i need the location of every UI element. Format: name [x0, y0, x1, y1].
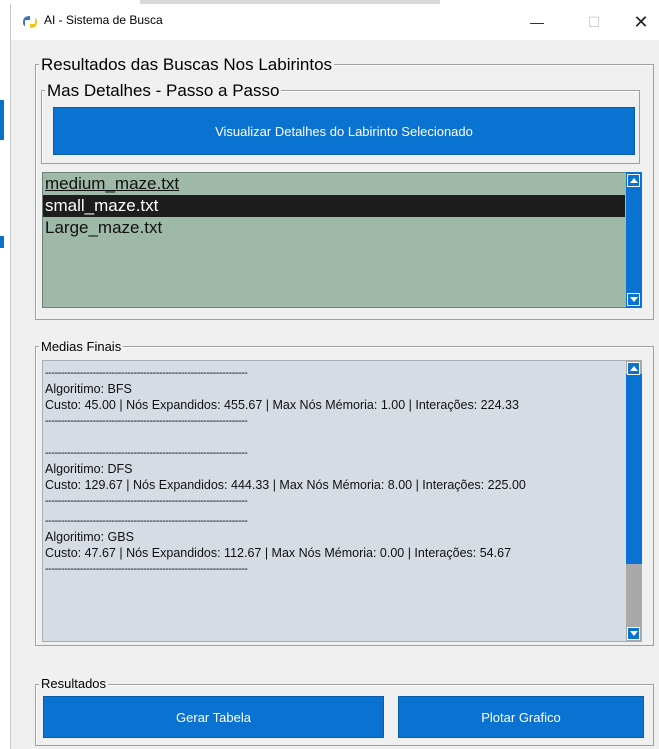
separator-line: ----------------------------------------…	[45, 495, 248, 507]
algorithm-label: Algoritimo: GBS	[45, 530, 134, 544]
background-window-fragment	[0, 236, 4, 248]
separator-line: ----------------------------------------…	[45, 367, 248, 379]
algorithm-label: Algoritimo: BFS	[45, 382, 132, 396]
app-window: AI - Sistema de Busca — ☐ ✕ Resultados d…	[10, 4, 659, 749]
list-item[interactable]: medium_maze.txt	[43, 173, 641, 195]
title-bar[interactable]: AI - Sistema de Busca — ☐ ✕	[11, 4, 659, 40]
separator-line: ----------------------------------------…	[45, 415, 248, 427]
averages-textbox[interactable]: ----------------------------------------…	[42, 360, 642, 642]
results-frame-label: Resultados das Buscas Nos Labirintos	[39, 55, 335, 74]
maze-list-scrollbar[interactable]	[626, 172, 642, 308]
window-title: AI - Sistema de Busca	[44, 13, 163, 27]
view-details-button[interactable]: Visualizar Detalhes do Labirinto Selecio…	[53, 107, 635, 155]
close-button[interactable]: ✕	[618, 4, 659, 40]
scroll-up-icon[interactable]	[627, 362, 640, 375]
results-buttons-frame-label: Resultados	[39, 676, 109, 691]
list-item-selected[interactable]: small_maze.txt	[43, 195, 625, 217]
maze-listbox[interactable]: medium_maze.txt small_maze.txt Large_maz…	[42, 172, 642, 308]
plot-chart-button[interactable]: Plotar Grafico	[398, 696, 644, 738]
separator-line: ----------------------------------------…	[45, 447, 248, 459]
separator-line: ----------------------------------------…	[45, 563, 248, 575]
scroll-down-icon[interactable]	[627, 293, 640, 306]
algorithm-stats: Custo: 45.00 | Nós Expandidos: 455.67 | …	[45, 398, 519, 412]
algorithm-label: Algoritimo: DFS	[45, 462, 133, 476]
scroll-down-icon[interactable]	[627, 627, 640, 640]
algorithm-stats: Custo: 129.67 | Nós Expandidos: 444.33 |…	[45, 478, 526, 492]
generate-table-button[interactable]: Gerar Tabela	[43, 696, 384, 738]
scrollbar-thumb[interactable]	[626, 374, 642, 564]
scroll-up-icon[interactable]	[627, 174, 640, 187]
details-frame-label: Mas Detalhes - Passo a Passo	[45, 81, 282, 100]
minimize-button[interactable]: —	[514, 4, 560, 40]
python-icon	[23, 16, 37, 28]
averages-frame-label: Medias Finais	[39, 339, 124, 354]
list-item[interactable]: Large_maze.txt	[43, 217, 641, 239]
maximize-button[interactable]: ☐	[571, 4, 617, 40]
background-window-fragment	[0, 100, 4, 140]
separator-line: ----------------------------------------…	[45, 515, 248, 527]
algorithm-stats: Custo: 47.67 | Nós Expandidos: 112.67 | …	[45, 546, 512, 560]
